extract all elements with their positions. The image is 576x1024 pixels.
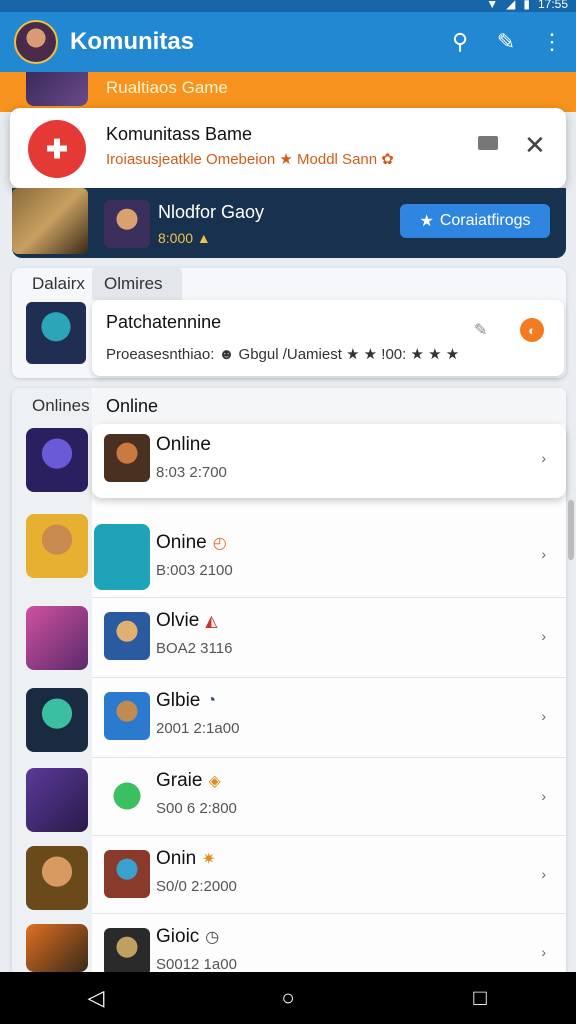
edit-icon[interactable]: ✎: [494, 29, 518, 55]
game-thumbnail: [104, 434, 150, 482]
close-icon[interactable]: ✕: [524, 130, 546, 161]
list-item-subtitle: 8:03 2:700: [156, 464, 227, 481]
more-icon[interactable]: ⋮: [540, 29, 564, 55]
home-icon[interactable]: ○: [268, 985, 308, 1011]
chevron-right-icon[interactable]: ›: [541, 708, 546, 724]
navigation-bar: ◁ ○ □: [0, 972, 576, 1024]
list-item[interactable]: Glbie ◔ 2001 2:1a00 ›: [92, 678, 566, 758]
featured-button-label: Coraiatfirogs: [439, 212, 531, 229]
list-item-title: Graie ◈: [156, 770, 221, 792]
wifi-icon: ▼: [486, 0, 499, 11]
list-item-title: Onine ◴: [156, 532, 227, 554]
avatar[interactable]: [14, 20, 58, 64]
list-item-title-text: Gioic: [156, 926, 200, 947]
list-item-title-text: Glbie: [156, 690, 201, 711]
list-item-title: Online: [156, 434, 211, 456]
status-bar: ▼ ◢ ▮ 17:55: [0, 0, 576, 12]
back-icon[interactable]: ◁: [76, 985, 116, 1011]
status-icon: ◭: [205, 613, 218, 630]
app-logo-icon: ✚: [28, 120, 86, 178]
banner-label: Rualtiaos Game: [106, 78, 228, 97]
section-tab-label: Olmires: [104, 274, 163, 293]
list-item-subtitle: B:003 2100: [156, 562, 233, 579]
row-side-thumbnail: [26, 768, 88, 832]
search-icon[interactable]: ⚲: [448, 29, 472, 55]
row-side-thumbnail: [26, 428, 88, 492]
chevron-right-icon[interactable]: ›: [541, 628, 546, 644]
recents-icon[interactable]: □: [460, 985, 500, 1011]
list-item-title: Gioic ◷: [156, 926, 219, 948]
notification-card[interactable]: ✚ Komunitass Bame Iroiasusjeatkle Omebei…: [10, 108, 566, 188]
star-icon: ★: [419, 213, 434, 230]
list-item[interactable]: Olvie ◭ BOA2 3116 ›: [92, 598, 566, 678]
game-thumbnail: [94, 524, 150, 590]
clock: 17:55: [537, 0, 568, 11]
list-item-title-text: Onin: [156, 848, 197, 869]
game-thumbnail: [104, 612, 150, 660]
appbar-actions: ⚲ ✎ ⋮: [448, 12, 564, 72]
list-item-title-text: Onine: [156, 532, 207, 553]
section-item-title: Patchatennine: [106, 312, 222, 332]
row-side-thumbnail: [26, 924, 88, 972]
row-side-thumbnail: [26, 514, 88, 578]
featured-title: Nlodfor Gaoy: [158, 202, 265, 222]
list-item-title: Olvie ◭: [156, 610, 218, 632]
notification-subtitle: Iroiasusjeatkle Omebeion ★ Moddl Sann ✿: [106, 151, 394, 168]
section-left-label: Dalairx: [32, 274, 85, 293]
chevron-right-icon[interactable]: ›: [541, 944, 546, 960]
row-side-thumbnail: [26, 846, 88, 910]
app-bar: Komunitas ⚲ ✎ ⋮: [0, 12, 576, 72]
status-icon: ◔: [206, 692, 217, 709]
game-thumbnail: [104, 772, 150, 820]
list-item-subtitle: S0/0 2:2000: [156, 878, 237, 895]
pencil-icon[interactable]: ✎: [474, 320, 487, 340]
battery-icon: ▮: [523, 0, 530, 11]
list-item[interactable]: Gioic ◷ S0012 1a00 ›: [92, 914, 566, 972]
minimize-icon[interactable]: [478, 136, 498, 150]
status-icon: ◷: [205, 929, 220, 946]
section-item-subtitle: Proeasesnthiao: ☻ Gbgul /Uamiest ★ ★ !00…: [106, 346, 460, 363]
status-icon: ✷: [202, 851, 216, 868]
banner-thumbnail: [26, 72, 88, 106]
list-item-subtitle: S00 6 2:800: [156, 800, 237, 817]
game-thumbnail: [104, 850, 150, 898]
scrollbar[interactable]: [568, 500, 574, 560]
signal-icon: ◢: [506, 0, 516, 11]
list-item-title-text: Online: [156, 434, 211, 455]
chevron-right-icon[interactable]: ›: [541, 866, 546, 882]
list-header: [92, 388, 566, 424]
list-item[interactable]: Onin ✷ S0/0 2:2000 ›: [92, 836, 566, 914]
featured-meta: 8:000 ▲: [158, 230, 211, 246]
chevron-right-icon[interactable]: ›: [541, 788, 546, 804]
notification-title: Komunitass Bame: [106, 124, 253, 144]
list-left-label: Onlines: [32, 396, 90, 415]
page-title: Komunitas: [70, 28, 195, 55]
chevron-right-icon[interactable]: ›: [541, 546, 546, 562]
list-item-title-text: Graie: [156, 770, 203, 791]
list-item-subtitle: S0012 1a00: [156, 956, 237, 972]
list-item[interactable]: Onine ◴ B:003 2100 ›: [92, 514, 566, 598]
status-icon: ◴: [212, 535, 227, 552]
list-item-subtitle: BOA2 3116: [156, 640, 233, 657]
featured-thumbnail: [104, 200, 150, 248]
list-item[interactable]: Graie ◈ S00 6 2:800 ›: [92, 758, 566, 836]
status-icons: ▼ ◢ ▮ 17:55: [486, 0, 568, 11]
list-header-label: Online: [106, 396, 159, 416]
row-side-thumbnail: [26, 688, 88, 752]
section-thumbnail: [26, 302, 86, 364]
game-thumbnail: [104, 692, 150, 740]
status-badge: ◐: [520, 318, 544, 342]
list-item-title: Onin ✷: [156, 848, 216, 870]
list-item-title-text: Olvie: [156, 610, 200, 631]
chevron-right-icon[interactable]: ›: [541, 450, 546, 466]
row-side-thumbnail: [26, 606, 88, 670]
featured-side-thumbnail: [12, 188, 88, 254]
status-icon: ◈: [208, 773, 221, 790]
list-item-title: Glbie ◔: [156, 690, 216, 712]
game-thumbnail: [104, 928, 150, 972]
list-item[interactable]: Online 8:03 2:700 ›: [92, 424, 566, 498]
featured-action-button[interactable]: ★ Coraiatfirogs: [400, 204, 550, 238]
list-item-subtitle: 2001 2:1a00: [156, 720, 240, 737]
